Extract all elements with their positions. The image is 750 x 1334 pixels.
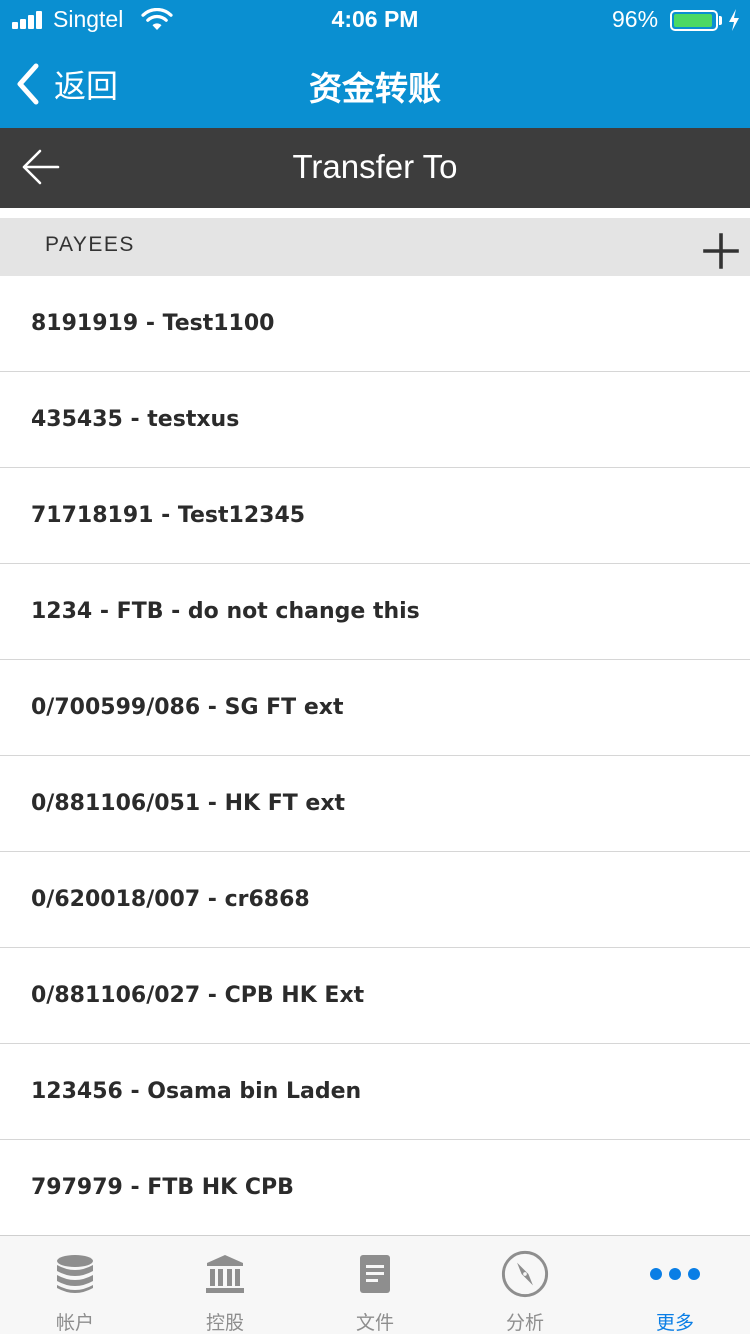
chevron-left-icon xyxy=(17,63,39,105)
tab-more[interactable]: 更多 xyxy=(600,1236,750,1334)
payees-section-header: PAYEES xyxy=(0,218,750,276)
tab-holdings[interactable]: 控股 xyxy=(150,1236,300,1334)
tab-label: 分析 xyxy=(505,1312,544,1334)
nav-back-label: 返回 xyxy=(54,67,119,105)
tab-documents[interactable]: 文件 xyxy=(300,1236,450,1334)
payees-title: PAYEES xyxy=(45,233,135,256)
battery-level-fill xyxy=(674,14,713,27)
page-title: Transfer To xyxy=(292,148,458,185)
payee-label: 435435 - testxus xyxy=(31,407,240,432)
payee-label: 1234 - FTB - do not change this xyxy=(31,599,420,624)
payee-row[interactable]: 0/881106/027 - CPB HK Ext xyxy=(0,948,750,1044)
battery-icon xyxy=(670,10,718,31)
payee-row[interactable]: 797979 - FTB HK CPB xyxy=(0,1140,750,1236)
battery-cap xyxy=(719,16,722,25)
more-dots-icon xyxy=(650,1268,700,1280)
bank-icon xyxy=(206,1255,244,1293)
payee-label: 0/881106/027 - CPB HK Ext xyxy=(31,983,365,1008)
payee-row[interactable]: 71718191 - Test12345 xyxy=(0,468,750,564)
tab-label: 帐户 xyxy=(55,1312,94,1334)
compass-icon xyxy=(501,1250,549,1298)
database-icon xyxy=(57,1255,93,1293)
payee-label: 0/700599/086 - SG FT ext xyxy=(31,695,344,720)
payee-label: 71718191 - Test12345 xyxy=(31,503,306,528)
payee-row[interactable]: 0/700599/086 - SG FT ext xyxy=(0,660,750,756)
tab-bar: 帐户 控股 文件 分析 更多 xyxy=(0,1235,750,1334)
payee-list: 8191919 - Test1100 435435 - testxus 7171… xyxy=(0,276,750,1236)
arrow-left-icon[interactable] xyxy=(20,146,62,188)
nav-back-button[interactable]: 返回 xyxy=(14,62,118,106)
tab-label: 控股 xyxy=(205,1312,244,1334)
payee-label: 8191919 - Test1100 xyxy=(31,311,275,336)
charging-bolt-icon xyxy=(729,9,739,31)
payee-row[interactable]: 1234 - FTB - do not change this xyxy=(0,564,750,660)
battery-percent: 96% xyxy=(612,6,659,32)
payee-row[interactable]: 0/620018/007 - cr6868 xyxy=(0,852,750,948)
payee-row[interactable]: 435435 - testxus xyxy=(0,372,750,468)
payee-label: 0/620018/007 - cr6868 xyxy=(31,887,310,912)
payee-row[interactable]: 0/881106/051 - HK FT ext xyxy=(0,756,750,852)
payee-label: 797979 - FTB HK CPB xyxy=(31,1175,294,1200)
payee-label: 0/881106/051 - HK FT ext xyxy=(31,791,346,816)
tab-label: 文件 xyxy=(355,1312,394,1334)
payee-row[interactable]: 123456 - Osama bin Laden xyxy=(0,1044,750,1140)
header-spacer xyxy=(0,208,750,218)
transfer-header: Transfer To xyxy=(0,128,750,208)
plus-icon[interactable] xyxy=(702,232,740,270)
tab-accounts[interactable]: 帐户 xyxy=(0,1236,150,1334)
document-icon xyxy=(360,1255,390,1293)
payee-label: 123456 - Osama bin Laden xyxy=(31,1079,362,1104)
status-bar: Singtel 4:06 PM 96% xyxy=(0,0,750,40)
navigation-bar: 返回 资金转账 xyxy=(0,40,750,128)
tab-label: 更多 xyxy=(655,1312,694,1334)
payee-row[interactable]: 8191919 - Test1100 xyxy=(0,276,750,372)
tab-analysis[interactable]: 分析 xyxy=(450,1236,600,1334)
